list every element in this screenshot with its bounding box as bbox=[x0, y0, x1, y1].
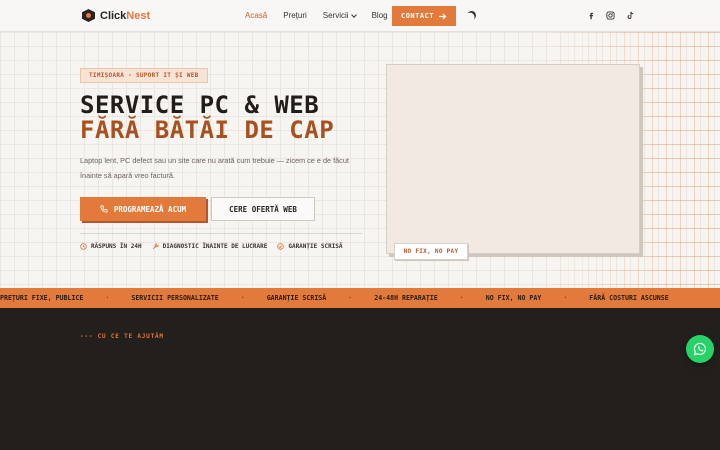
tiktok-icon[interactable] bbox=[626, 11, 635, 20]
marquee-separator: · bbox=[348, 294, 353, 302]
hero-title-line1: SERVICE PC & WEB bbox=[80, 91, 320, 119]
chevron-down-icon bbox=[350, 11, 357, 18]
marquee-separator: · bbox=[459, 294, 464, 302]
instagram-icon[interactable] bbox=[606, 11, 615, 20]
nav-item-home[interactable]: Acasă bbox=[245, 11, 267, 20]
nav-item-prices[interactable]: Prețuri bbox=[283, 11, 307, 20]
site-header: ClickNest Acasă Prețuri Servicii Blog CO… bbox=[0, 0, 720, 32]
whatsapp-icon bbox=[693, 342, 706, 356]
logo-text: ClickNest bbox=[100, 10, 150, 22]
logo-icon bbox=[82, 9, 95, 22]
nav-item-blog[interactable]: Blog bbox=[372, 11, 388, 20]
marquee-item: SERVICII PERSONALIZATE bbox=[131, 294, 219, 302]
marquee-item: 24-48H REPARAȚIE bbox=[374, 294, 438, 302]
hero-divider bbox=[80, 233, 362, 234]
location-badge: TIMIȘOARA - SUPORT IT ȘI WEB bbox=[80, 68, 208, 83]
marquee-track: PREȚURI FIXE, PUBLICE · SERVICII PERSONA… bbox=[0, 294, 669, 302]
no-fix-no-pay-tag: NO FIX, NO PAY bbox=[394, 243, 468, 260]
services-eyebrow: --- CU CE TE AJUTĂM bbox=[80, 333, 164, 340]
hero-lead: Laptop lent, PC defect sau un site care … bbox=[80, 156, 349, 180]
benefits-marquee: PREȚURI FIXE, PUBLICE · SERVICII PERSONA… bbox=[0, 288, 720, 308]
phone-icon bbox=[100, 205, 108, 213]
check-circle-icon bbox=[277, 243, 285, 250]
marquee-separator: · bbox=[240, 294, 245, 302]
hero-title-line2: FĂRĂ BĂTĂI DE CAP bbox=[80, 116, 335, 144]
moon-icon[interactable] bbox=[466, 10, 478, 22]
clock-icon bbox=[80, 243, 87, 250]
marquee-item: FĂRĂ COSTURI ASCUNSE bbox=[589, 294, 669, 302]
schedule-button[interactable]: PROGRAMEAZĂ ACUM bbox=[80, 197, 206, 221]
feature-item: DIAGNOSTIC ÎNAINTE DE LUCRARE bbox=[152, 243, 268, 250]
contact-button[interactable]: CONTACT bbox=[392, 6, 456, 26]
marquee-separator: · bbox=[563, 294, 568, 302]
feature-label: GARANȚIE SCRISĂ bbox=[288, 243, 343, 250]
marquee-separator: · bbox=[105, 294, 110, 302]
whatsapp-button[interactable] bbox=[686, 335, 714, 363]
logo[interactable]: ClickNest bbox=[82, 9, 150, 22]
main-nav: Acasă Prețuri Servicii Blog bbox=[245, 11, 404, 20]
facebook-icon[interactable] bbox=[587, 11, 596, 20]
feature-item: RĂSPUNS ÎN 24H bbox=[80, 243, 142, 250]
marquee-item: GARANȚIE SCRISĂ bbox=[266, 294, 327, 302]
schedule-button-label: PROGRAMEAZĂ ACUM bbox=[113, 204, 187, 214]
request-offer-button-label: CERE OFERTĂ WEB bbox=[229, 204, 297, 214]
services-section: --- CU CE TE AJUTĂM bbox=[0, 308, 720, 450]
arrow-right-icon bbox=[439, 13, 447, 19]
marquee-item: NO FIX, NO PAY bbox=[485, 294, 542, 302]
wrench-icon bbox=[152, 243, 159, 250]
hero-features: RĂSPUNS ÎN 24H DIAGNOSTIC ÎNAINTE DE LUC… bbox=[80, 243, 343, 250]
feature-label: RĂSPUNS ÎN 24H bbox=[91, 243, 142, 250]
logo-text-main: Click bbox=[100, 9, 127, 22]
nav-item-services[interactable]: Servicii bbox=[322, 11, 357, 20]
logo-text-accent: Nest bbox=[126, 9, 151, 22]
feature-label: DIAGNOSTIC ÎNAINTE DE LUCRARE bbox=[162, 243, 268, 250]
nav-item-services-label: Servicii bbox=[322, 11, 349, 20]
feature-item: GARANȚIE SCRISĂ bbox=[277, 243, 343, 250]
hero-image-placeholder bbox=[386, 64, 640, 254]
marquee-item: PREȚURI FIXE, PUBLICE bbox=[0, 294, 84, 302]
request-offer-button[interactable]: CERE OFERTĂ WEB bbox=[211, 197, 315, 221]
contact-button-label: CONTACT bbox=[400, 12, 434, 20]
